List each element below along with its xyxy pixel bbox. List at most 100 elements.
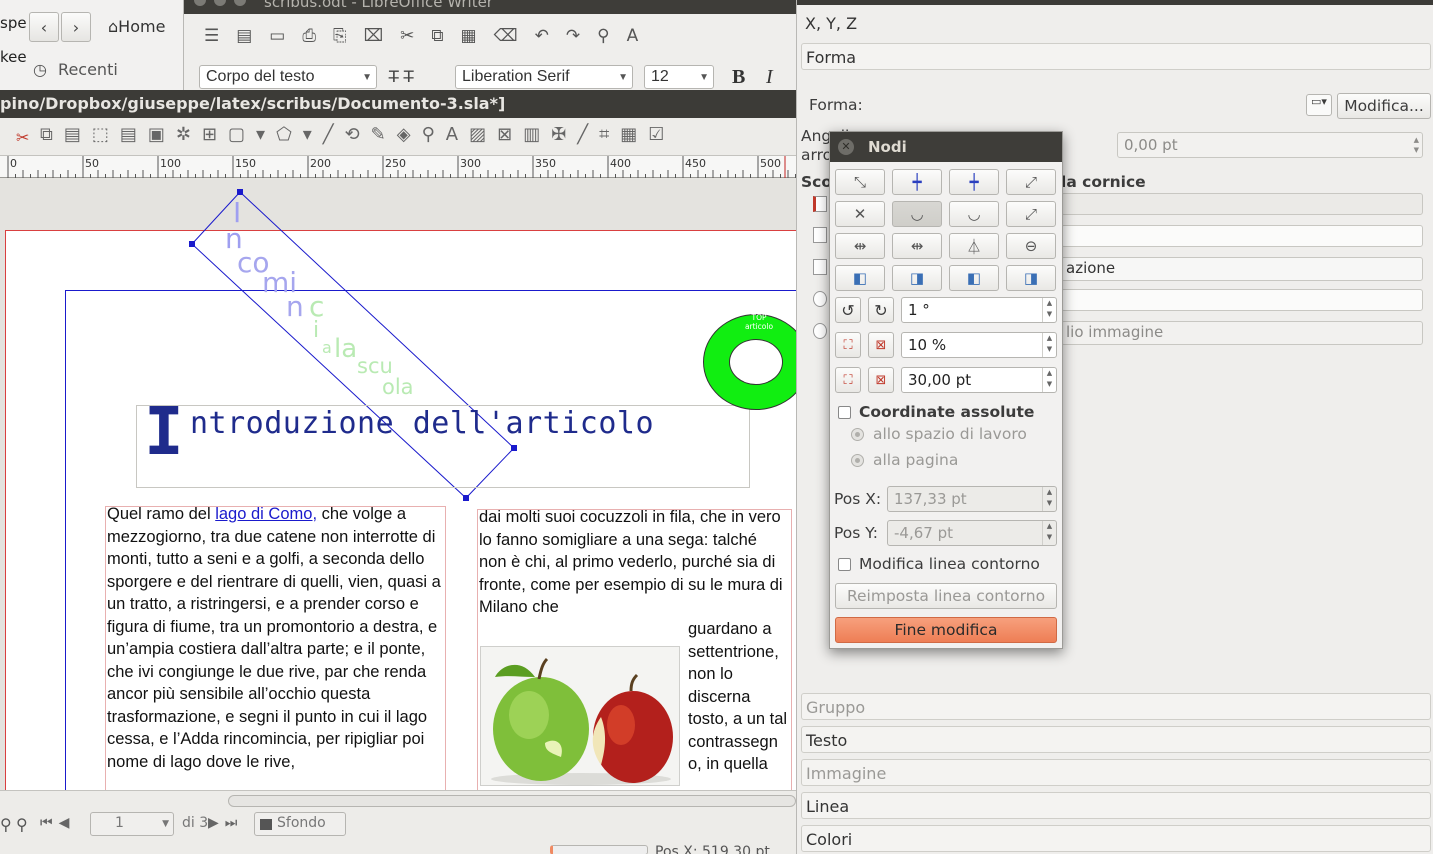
reset-node-icon: ⤢ xyxy=(1024,205,1037,223)
reset-control-points-button[interactable]: ⤢ xyxy=(1006,169,1056,195)
enlarge-pct-button[interactable]: ⛶ xyxy=(835,332,861,358)
shear-left-button[interactable]: ◧ xyxy=(835,265,885,291)
col1-link[interactable]: lago di Como, xyxy=(215,505,317,523)
layer-color-icon xyxy=(260,819,272,830)
modifica-button[interactable]: Modifica... xyxy=(1337,93,1431,119)
home-button[interactable]: ⌂Home xyxy=(108,17,165,36)
symmetric-nodes-button[interactable]: ◡ xyxy=(949,201,999,227)
rotate-right-button[interactable]: ↻ xyxy=(868,297,894,323)
minimize-icon[interactable] xyxy=(214,0,226,6)
option-row-5[interactable]: lio immagine xyxy=(1061,321,1423,345)
italic-button[interactable]: I xyxy=(766,66,773,89)
zoom-out-icon[interactable]: ⚲ xyxy=(0,815,12,834)
mirror-horizontal-button[interactable]: ⇹ xyxy=(835,233,885,259)
font-size-combo[interactable]: 12 ▼ xyxy=(644,65,714,89)
shear-left-icon: ◧ xyxy=(852,269,868,287)
scribus-toolbar[interactable]: ✂ ⧉▤⬚▤▣✲⊞▢▾⬠▾╱⟲✎◈⚲A▨⊠▥✠╱⌗▦☑ xyxy=(0,118,796,156)
section-testo[interactable]: Testo xyxy=(801,726,1431,753)
panel-titlebar xyxy=(797,0,1433,5)
section-forma[interactable]: Forma xyxy=(801,43,1431,70)
scissors-icon[interactable]: ✂ xyxy=(16,128,29,147)
shrink-pct-button[interactable]: ⊠ xyxy=(868,332,894,358)
expand-icon: ⛶ xyxy=(843,337,853,353)
unit-combo[interactable] xyxy=(550,845,648,854)
add-nodes-button[interactable]: ┿ xyxy=(892,169,942,195)
writer-title: scribus.odt - LibreOffice Writer xyxy=(264,0,493,11)
section-colori[interactable]: Colori xyxy=(801,825,1431,852)
section-xyz[interactable]: X, Y, Z xyxy=(801,10,1431,37)
paragraph-style-combo[interactable]: Corpo del testo ▼ xyxy=(199,65,377,89)
layer-combo[interactable]: Sfondo xyxy=(254,812,346,836)
horizontal-scrollbar[interactable] xyxy=(228,795,796,807)
pos-y-spin[interactable]: -4,67 pt ▲ ▼ xyxy=(887,520,1057,546)
flip-vertical-button[interactable]: ⊖ xyxy=(1006,233,1056,259)
edit-contour-checkbox[interactable] xyxy=(838,558,851,571)
section-immagine[interactable]: Immagine xyxy=(801,759,1431,786)
enlarge-pt-button[interactable]: ⛶ xyxy=(835,367,861,393)
chevron-left-icon: ‹ xyxy=(40,17,48,37)
next-last-page-icons[interactable]: ▶⏭ xyxy=(208,815,243,831)
scale-points-spin[interactable]: 30,00 pt ▲ ▼ xyxy=(901,367,1057,393)
forward-button[interactable]: › xyxy=(61,12,91,42)
bold-button[interactable]: B xyxy=(732,66,745,89)
close-icon[interactable] xyxy=(194,0,206,6)
pos-x-spin[interactable]: 137,33 pt ▲ ▼ xyxy=(887,486,1057,512)
reset-node-button[interactable]: ⤢ xyxy=(1006,201,1056,227)
option-icon-2[interactable] xyxy=(813,227,827,243)
back-button[interactable]: ‹ xyxy=(29,12,59,42)
workspace-radio[interactable] xyxy=(851,428,864,441)
recent-item[interactable]: ◷ Recenti xyxy=(33,60,118,79)
absolute-coords-label: Coordinate assolute xyxy=(859,403,1035,421)
move-nodes-button[interactable]: ⤡ xyxy=(835,169,885,195)
section-linea[interactable]: Linea xyxy=(801,792,1431,819)
mirror-vertical-button[interactable]: ⇹ xyxy=(892,233,942,259)
cut-label-1: spe xyxy=(0,14,27,32)
chevron-down-icon: ▼ xyxy=(699,72,709,83)
option-icon-5[interactable] xyxy=(813,323,827,339)
shear-up-button[interactable]: ◨ xyxy=(1006,265,1056,291)
shape-picker[interactable]: ▭▾ xyxy=(1306,94,1332,116)
scale-points-value: 30,00 pt xyxy=(908,371,972,389)
font-name-combo[interactable]: Liberation Serif ▼ xyxy=(455,65,633,89)
option-row-4[interactable] xyxy=(1061,289,1423,311)
option-icon-4[interactable] xyxy=(813,291,827,307)
option-row-5-label: lio immagine xyxy=(1066,323,1164,341)
option-row-1[interactable] xyxy=(1061,193,1423,215)
document-canvas[interactable]: I n co mi n c i a la scu ola I ntroduzio… xyxy=(0,178,796,790)
chevron-down-icon: ▼ xyxy=(362,72,372,83)
section-gruppo[interactable]: Gruppo xyxy=(801,693,1431,720)
shear-down-button[interactable]: ◨ xyxy=(892,265,942,291)
option-icon-3[interactable] xyxy=(813,259,827,275)
shear-right-button[interactable]: ◧ xyxy=(949,265,999,291)
zoom-in-icon[interactable]: ⚲ xyxy=(16,815,28,834)
corner-radius-field[interactable]: 0,00 pt ▲ ▼ xyxy=(1117,132,1423,158)
absolute-coords-checkbox[interactable] xyxy=(838,406,851,419)
page-radio[interactable] xyxy=(851,454,864,467)
scale-percent-spin[interactable]: 10 % ▲ ▼ xyxy=(901,332,1057,358)
move-control-points-button[interactable]: ✕ xyxy=(835,201,885,227)
tool-icons[interactable]: ⧉▤⬚▤▣✲⊞▢▾⬠▾╱⟲✎◈⚲A▨⊠▥✠╱⌗▦☑ xyxy=(40,124,675,145)
shear-right-icon: ◧ xyxy=(966,269,982,287)
close-icon[interactable]: ✕ xyxy=(838,139,854,155)
rotation-spin[interactable]: 1 ° ▲ ▼ xyxy=(901,297,1057,323)
page-combo[interactable]: 1 ▼ xyxy=(90,812,174,836)
rotate-left-button[interactable]: ↺ xyxy=(835,297,861,323)
section-forma-label: Forma xyxy=(806,48,857,67)
position-status: Pos X: 519,30 pt xyxy=(655,844,770,854)
option-icon-1[interactable] xyxy=(813,196,827,212)
option-row-2[interactable] xyxy=(1061,225,1423,247)
maximize-icon[interactable] xyxy=(234,0,246,6)
option-row-3[interactable]: azione xyxy=(1061,257,1423,281)
independent-nodes-button[interactable]: ◡ xyxy=(892,201,942,227)
writer-toolbar-icons[interactable]: ☰▤▭⎙⎘⌧✂⧉▦⌫↶↷⚲A xyxy=(204,26,655,46)
finish-edit-button[interactable]: Fine modifica xyxy=(835,617,1057,643)
delete-nodes-button[interactable]: ┿ xyxy=(949,169,999,195)
first-prev-page-icons[interactable]: ⏮◀ xyxy=(40,815,75,831)
shrink-pt-button[interactable]: ⊠ xyxy=(868,367,894,393)
apples-image[interactable] xyxy=(480,646,680,786)
page-value: 1 xyxy=(115,815,124,831)
style-icons[interactable]: T̶ T̶ xyxy=(389,67,414,86)
flip-horizontal-button[interactable]: ⏃ xyxy=(949,233,999,259)
chevron-down-icon: ▼ xyxy=(618,72,628,83)
reset-contour-button[interactable]: Reimposta linea contorno xyxy=(835,583,1057,609)
